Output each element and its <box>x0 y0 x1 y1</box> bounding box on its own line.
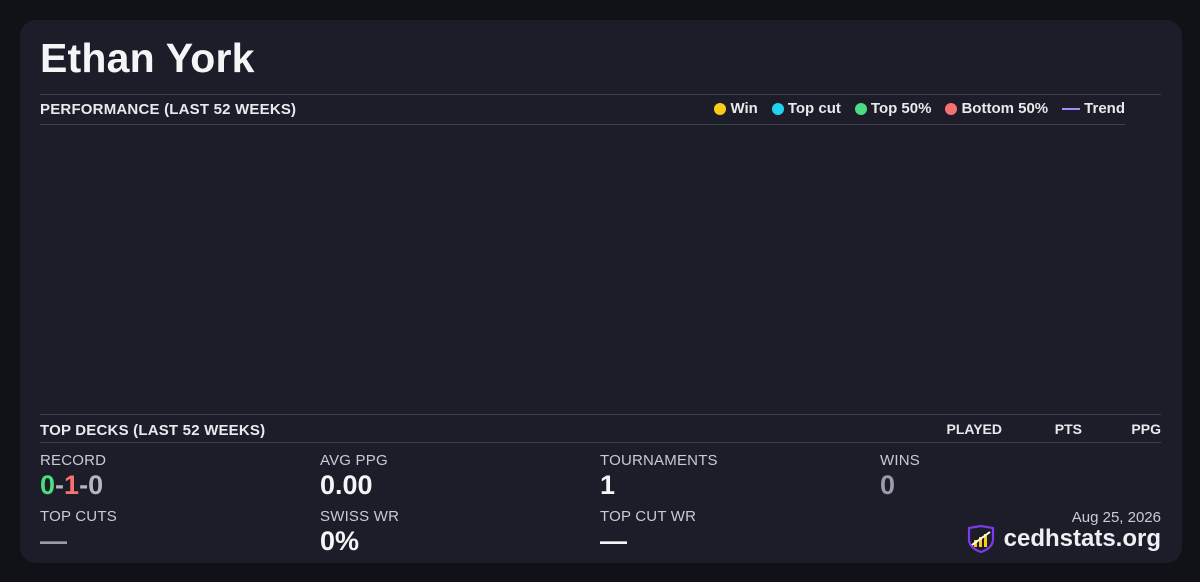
swiss-wr-label: SWISS WR <box>320 508 400 525</box>
chart-shield-icon <box>967 525 994 553</box>
record-losses: 1 <box>64 470 80 500</box>
tournaments-value: 1 <box>600 470 616 500</box>
record-sep: - <box>79 470 89 500</box>
legend-label: Bottom 50% <box>961 100 1049 117</box>
record-label: RECORD <box>40 452 107 469</box>
legend-label: Trend <box>1084 100 1125 117</box>
legend-trend: Trend <box>1062 100 1125 117</box>
performance-title: PERFORMANCE (LAST 52 WEEKS) <box>40 101 297 118</box>
win-dot-icon <box>714 102 727 115</box>
legend-win: Win <box>714 100 758 117</box>
record-draws: 0 <box>88 470 104 500</box>
legend-top-50: Top 50% <box>854 100 932 117</box>
record-value: 0-1-0 <box>40 470 103 501</box>
record-wins: 0 <box>40 470 56 500</box>
column-ppg: PPG <box>1131 421 1161 437</box>
divider <box>40 442 1161 443</box>
chart-legend: Win Top cut Top 50% Bottom 50% Trend <box>714 100 1125 117</box>
column-played: PLAYED <box>946 421 1002 437</box>
divider <box>40 94 1161 95</box>
tournaments-label: TOURNAMENTS <box>600 452 718 469</box>
legend-label: Win <box>730 100 758 117</box>
legend-label: Top cut <box>787 100 841 117</box>
top-decks-columns: PLAYED PTS PPG <box>942 421 1161 437</box>
player-card: Ethan York PERFORMANCE (LAST 52 WEEKS) W… <box>20 20 1182 563</box>
swiss-wr-value: 0% <box>320 526 360 556</box>
record-sep: - <box>55 470 65 500</box>
top-cuts-value: — <box>40 526 67 556</box>
legend-bottom-50: Bottom 50% <box>945 100 1048 117</box>
avg-ppg-value: 0.00 <box>320 470 373 500</box>
legend-top-cut: Top cut <box>771 100 841 117</box>
top-cuts-label: TOP CUTS <box>40 508 117 525</box>
column-pts: PTS <box>1054 421 1082 437</box>
divider <box>40 414 1161 415</box>
avg-ppg-label: AVG PPG <box>320 452 388 469</box>
wins-label: WINS <box>880 452 920 469</box>
brand[interactable]: cedhstats.org <box>966 525 1161 553</box>
generated-date: Aug 25, 2026 <box>1071 509 1161 526</box>
top-cut-wr-value: — <box>600 526 627 556</box>
legend-label: Top 50% <box>870 100 932 117</box>
top-cut-dot-icon <box>771 102 784 115</box>
brand-name: cedhstats.org <box>1003 525 1161 552</box>
bottom-50-dot-icon <box>945 102 958 115</box>
top-50-dot-icon <box>854 102 867 115</box>
top-cut-wr-label: TOP CUT WR <box>600 508 697 525</box>
top-decks-title: TOP DECKS (LAST 52 WEEKS) <box>40 422 266 439</box>
wins-value: 0 <box>880 470 896 500</box>
player-name: Ethan York <box>40 35 255 81</box>
performance-chart <box>40 125 1125 413</box>
trend-line-icon <box>1062 107 1081 110</box>
